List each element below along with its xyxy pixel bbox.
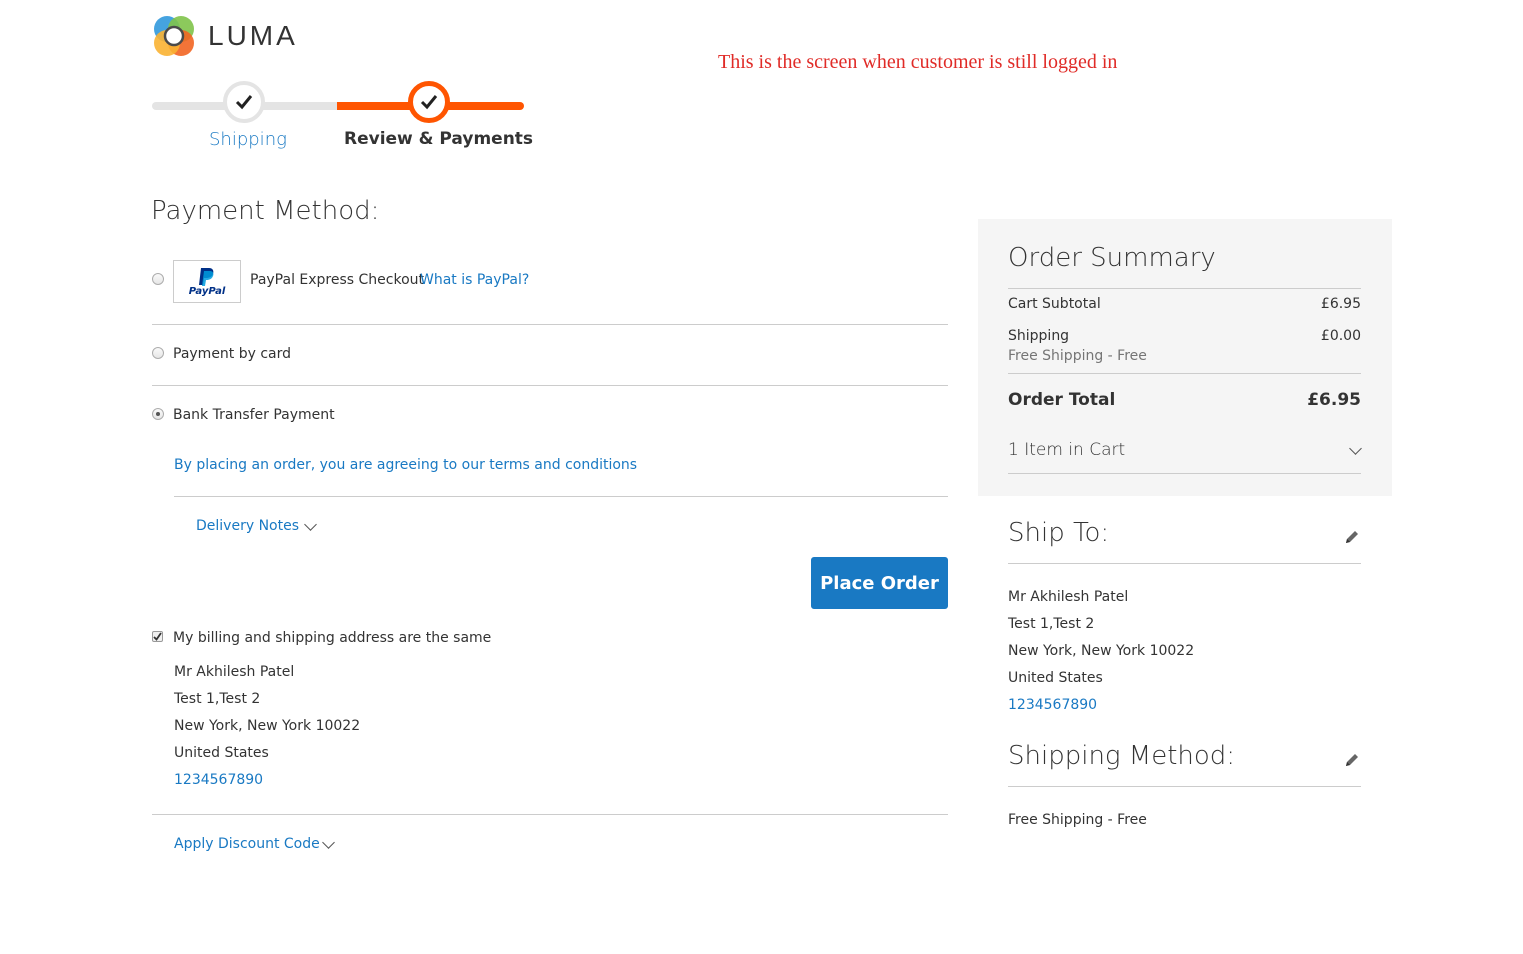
billing-city: New York, New York 10022 <box>174 718 361 734</box>
shipping-method-note: Free Shipping - Free <box>1008 348 1147 364</box>
ship-to-country: United States <box>1008 670 1103 686</box>
shipping-method-value: Free Shipping - Free <box>1008 812 1147 828</box>
divider <box>1008 786 1361 787</box>
place-order-button[interactable]: Place Order <box>811 557 948 609</box>
divider <box>174 496 948 497</box>
step-circle-shipping[interactable] <box>223 81 265 123</box>
billing-phone-link[interactable]: 1234567890 <box>174 772 263 788</box>
checkmark-icon <box>153 632 162 641</box>
billing-same-label[interactable]: My billing and shipping address are the … <box>173 630 491 646</box>
cart-subtotal-value: £6.95 <box>1320 296 1361 312</box>
luma-logo-icon <box>154 16 194 56</box>
edit-pencil-icon[interactable] <box>1343 528 1361 546</box>
billing-street: Test 1,Test 2 <box>174 691 261 707</box>
paypal-radio[interactable] <box>152 273 164 285</box>
annotation-note: This is the screen when customer is stil… <box>718 51 1118 73</box>
payment-method-title: Payment Method: <box>151 196 380 226</box>
divider <box>152 814 948 815</box>
cart-subtotal-label: Cart Subtotal <box>1008 296 1101 312</box>
luma-logo[interactable]: LUMA <box>152 14 298 58</box>
divider <box>152 324 948 325</box>
bank-transfer-radio[interactable] <box>152 408 164 420</box>
shipping-method-title: Shipping Method: <box>1008 741 1236 771</box>
card-radio[interactable] <box>152 347 164 359</box>
divider <box>1008 563 1361 564</box>
divider <box>1008 473 1361 474</box>
order-summary-title: Order Summary <box>1008 243 1216 273</box>
bank-transfer-label[interactable]: Bank Transfer Payment <box>173 407 335 423</box>
terms-conditions-link[interactable]: By placing an order, you are agreeing to… <box>174 457 637 473</box>
card-label[interactable]: Payment by card <box>173 346 291 362</box>
chevron-down-icon[interactable] <box>304 518 317 531</box>
divider <box>1008 288 1361 289</box>
items-in-cart-toggle[interactable]: 1 Item in Cart <box>1008 440 1361 470</box>
paypal-p-icon <box>199 267 214 286</box>
divider <box>1008 373 1361 374</box>
items-in-cart-label: 1 Item in Cart <box>1008 440 1126 460</box>
logo-text: LUMA <box>208 20 298 51</box>
edit-pencil-icon[interactable] <box>1343 751 1361 769</box>
shipping-value: £0.00 <box>1320 328 1361 344</box>
ship-to-city: New York, New York 10022 <box>1008 643 1195 659</box>
ship-to-phone-link[interactable]: 1234567890 <box>1008 697 1097 713</box>
chevron-down-icon[interactable] <box>322 836 335 849</box>
billing-country: United States <box>174 745 269 761</box>
ship-to-name: Mr Akhilesh Patel <box>1008 589 1129 605</box>
ship-to-street: Test 1,Test 2 <box>1008 616 1095 632</box>
billing-same-checkbox[interactable] <box>152 631 163 642</box>
check-icon <box>420 95 438 110</box>
step-label-review: Review & Payments <box>344 129 534 149</box>
what-is-paypal-link[interactable]: What is PayPal? <box>420 272 529 288</box>
shipping-label: Shipping <box>1008 328 1070 344</box>
check-icon <box>235 95 253 110</box>
apply-discount-toggle[interactable]: Apply Discount Code <box>174 836 320 852</box>
delivery-notes-toggle[interactable]: Delivery Notes <box>196 518 299 534</box>
paypal-logo-text: PayPal <box>188 285 226 297</box>
paypal-label[interactable]: PayPal Express Checkout <box>250 272 424 288</box>
order-total-label: Order Total <box>1008 390 1116 410</box>
order-total-value: £6.95 <box>1307 390 1361 410</box>
step-label-shipping[interactable]: Shipping <box>209 129 287 150</box>
ship-to-title: Ship To: <box>1008 518 1110 548</box>
paypal-logo: PayPal <box>173 260 241 303</box>
billing-name: Mr Akhilesh Patel <box>174 664 295 680</box>
divider <box>152 385 948 386</box>
step-circle-review <box>408 81 450 123</box>
